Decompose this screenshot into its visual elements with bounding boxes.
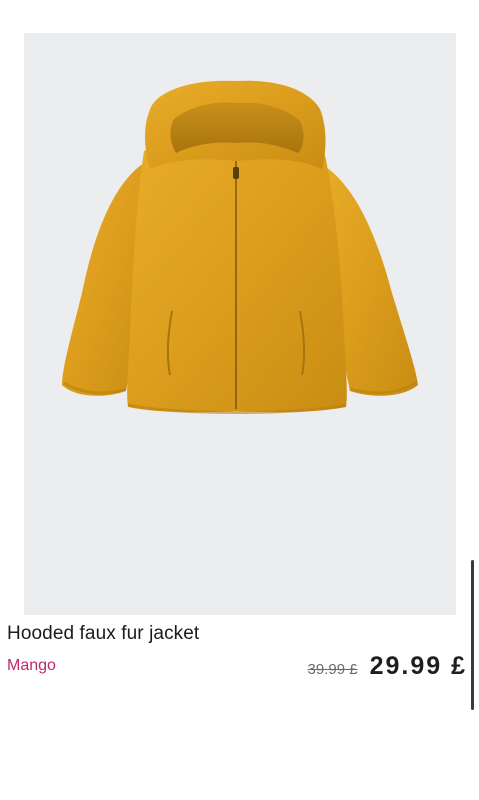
product-card[interactable]: Hooded faux fur jacket Mango 39.99 £ 29.… bbox=[0, 0, 479, 800]
product-title[interactable]: Hooded faux fur jacket bbox=[7, 623, 199, 645]
price-row: 39.99 £ 29.99 £ bbox=[308, 652, 467, 681]
product-image[interactable] bbox=[24, 33, 456, 615]
jacket-body bbox=[127, 142, 347, 413]
zipper-pull bbox=[233, 167, 239, 179]
scrollbar[interactable] bbox=[471, 560, 474, 710]
original-price: 39.99 £ bbox=[307, 661, 358, 678]
jacket-illustration bbox=[62, 80, 418, 414]
sale-price: 29.99 £ bbox=[369, 652, 467, 680]
product-brand[interactable]: Mango bbox=[7, 657, 56, 675]
